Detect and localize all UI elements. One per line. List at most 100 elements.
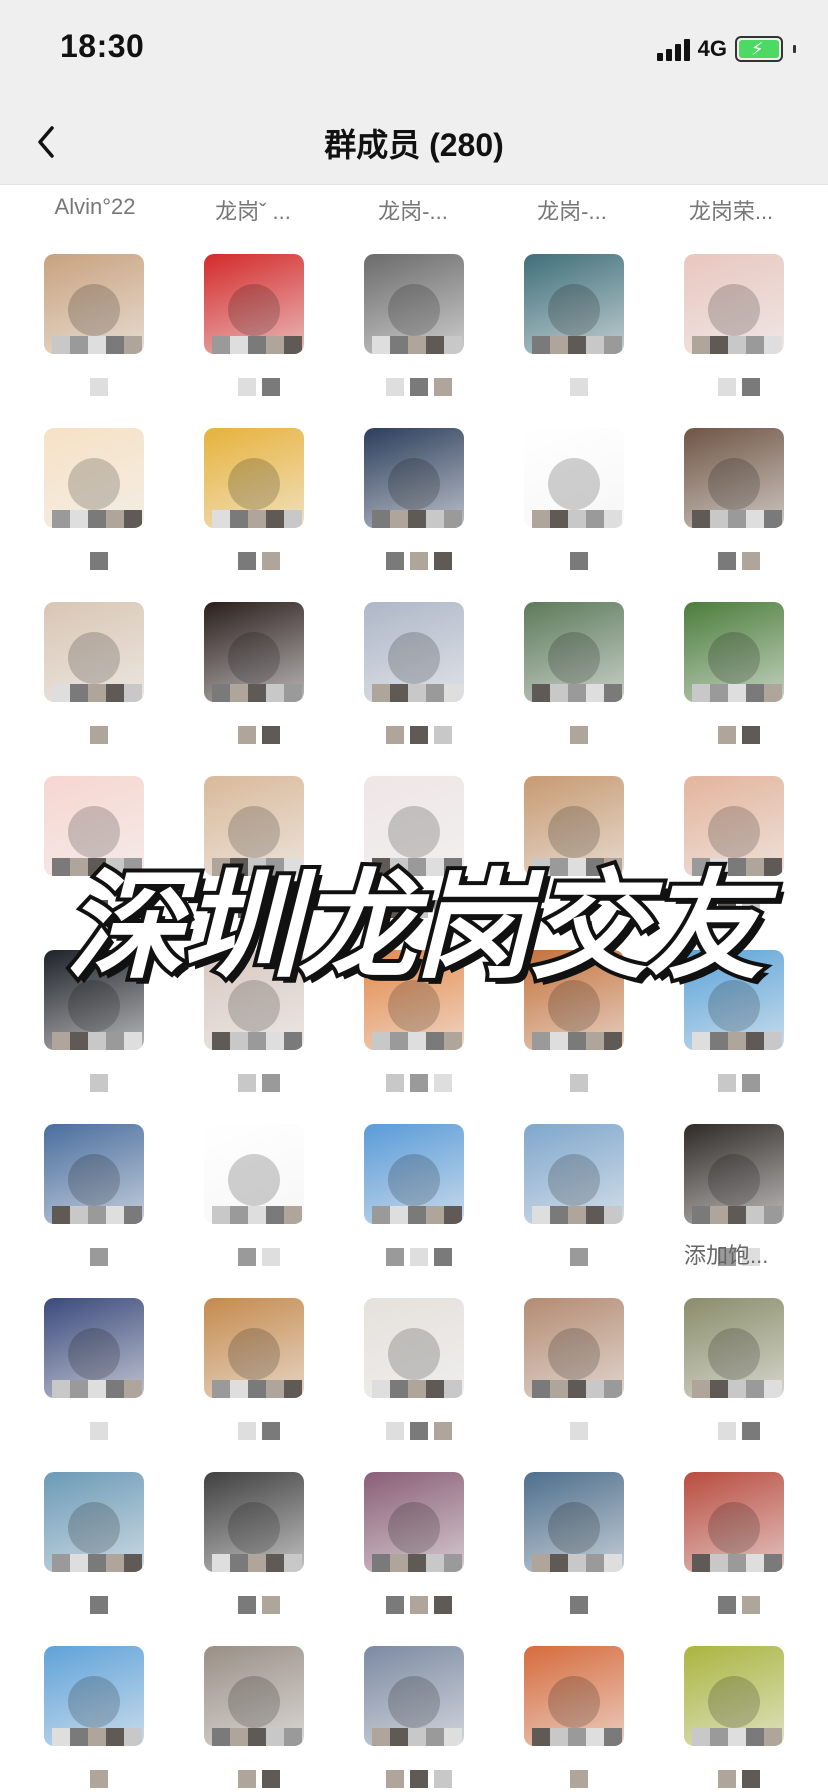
member-cell[interactable] bbox=[684, 602, 794, 744]
member-cell[interactable] bbox=[684, 1472, 794, 1614]
member-name[interactable]: 龙岗-... bbox=[338, 194, 488, 226]
member-cell[interactable] bbox=[364, 1646, 474, 1788]
member-cell[interactable] bbox=[524, 1124, 634, 1266]
avatar[interactable] bbox=[204, 602, 304, 702]
avatar[interactable] bbox=[44, 1298, 144, 1398]
avatar[interactable] bbox=[204, 254, 304, 354]
member-cell[interactable] bbox=[684, 254, 794, 396]
avatar[interactable] bbox=[684, 254, 784, 354]
blur-mosaic bbox=[52, 1206, 142, 1224]
avatar[interactable] bbox=[44, 602, 144, 702]
avatar[interactable] bbox=[684, 1124, 784, 1224]
blur-mosaic bbox=[52, 1032, 142, 1050]
blurred-nickname bbox=[44, 1596, 154, 1614]
avatar[interactable] bbox=[684, 1646, 784, 1746]
blur-mosaic bbox=[692, 1554, 782, 1572]
member-cell[interactable] bbox=[44, 1472, 154, 1614]
member-cell[interactable] bbox=[684, 1298, 794, 1440]
blur-mosaic bbox=[372, 1554, 462, 1572]
member-cell[interactable] bbox=[44, 602, 154, 744]
member-name[interactable]: 添加饱... bbox=[684, 1238, 768, 1270]
avatar[interactable] bbox=[364, 1472, 464, 1572]
member-name[interactable]: 龙岗荣... bbox=[656, 194, 806, 226]
avatar[interactable] bbox=[44, 1646, 144, 1746]
member-cell[interactable] bbox=[204, 1298, 314, 1440]
member-cell[interactable] bbox=[524, 428, 634, 570]
avatar[interactable] bbox=[364, 1298, 464, 1398]
member-cell[interactable] bbox=[44, 1646, 154, 1788]
member-cell[interactable] bbox=[204, 428, 314, 570]
blurred-nickname bbox=[364, 1074, 474, 1092]
member-cell[interactable] bbox=[524, 1646, 634, 1788]
blurred-nickname bbox=[524, 1074, 634, 1092]
avatar[interactable] bbox=[44, 1472, 144, 1572]
avatar[interactable] bbox=[684, 1298, 784, 1398]
avatar[interactable] bbox=[364, 1124, 464, 1224]
blur-mosaic bbox=[692, 1206, 782, 1224]
blur-mosaic bbox=[532, 684, 622, 702]
network-type: 4G bbox=[697, 36, 727, 61]
member-cell[interactable] bbox=[44, 1298, 154, 1440]
avatar[interactable] bbox=[684, 602, 784, 702]
member-cell[interactable] bbox=[524, 1472, 634, 1614]
avatar[interactable] bbox=[204, 428, 304, 528]
overlay-caption: 深圳龙岗交友 bbox=[62, 853, 768, 999]
avatar[interactable] bbox=[204, 1124, 304, 1224]
member-cell[interactable] bbox=[364, 254, 474, 396]
member-name[interactable]: Alvin°22 bbox=[20, 194, 170, 220]
avatar[interactable] bbox=[524, 254, 624, 354]
member-cell[interactable] bbox=[204, 1646, 314, 1788]
member-cell[interactable] bbox=[364, 1124, 474, 1266]
member-cell[interactable] bbox=[364, 428, 474, 570]
member-cell[interactable] bbox=[684, 1646, 794, 1788]
avatar[interactable] bbox=[364, 254, 464, 354]
member-cell[interactable] bbox=[684, 428, 794, 570]
blurred-nickname bbox=[44, 1770, 154, 1788]
avatar[interactable] bbox=[684, 428, 784, 528]
blurred-nickname bbox=[364, 1770, 474, 1788]
blur-mosaic bbox=[212, 336, 302, 354]
member-cell[interactable] bbox=[204, 602, 314, 744]
member-name[interactable]: 龙岗ˇ ... bbox=[178, 194, 328, 226]
avatar[interactable] bbox=[44, 254, 144, 354]
avatar[interactable] bbox=[524, 1298, 624, 1398]
member-cell[interactable] bbox=[44, 254, 154, 396]
member-cell[interactable] bbox=[44, 428, 154, 570]
avatar[interactable] bbox=[524, 602, 624, 702]
member-cell[interactable] bbox=[364, 1472, 474, 1614]
blur-mosaic bbox=[532, 1380, 622, 1398]
avatar[interactable] bbox=[524, 428, 624, 528]
member-cell[interactable] bbox=[204, 254, 314, 396]
avatar[interactable] bbox=[204, 1646, 304, 1746]
avatar[interactable] bbox=[204, 1298, 304, 1398]
avatar[interactable] bbox=[364, 602, 464, 702]
member-cell[interactable] bbox=[524, 254, 634, 396]
blurred-nickname bbox=[524, 1596, 634, 1614]
member-cell[interactable] bbox=[44, 1124, 154, 1266]
avatar[interactable] bbox=[204, 1472, 304, 1572]
blurred-nickname bbox=[44, 726, 154, 744]
blurred-nickname bbox=[524, 726, 634, 744]
avatar[interactable] bbox=[524, 1646, 624, 1746]
member-cell[interactable] bbox=[204, 1124, 314, 1266]
member-cell[interactable] bbox=[524, 602, 634, 744]
blurred-nickname bbox=[364, 378, 474, 396]
status-time: 18:30 bbox=[60, 28, 145, 64]
avatar[interactable] bbox=[44, 428, 144, 528]
blurred-nickname bbox=[364, 1248, 474, 1266]
member-name[interactable]: 龙岗-... bbox=[497, 194, 647, 226]
avatar[interactable] bbox=[44, 1124, 144, 1224]
blur-mosaic bbox=[52, 1554, 142, 1572]
member-cell[interactable] bbox=[204, 1472, 314, 1614]
member-cell[interactable] bbox=[524, 1298, 634, 1440]
avatar[interactable] bbox=[524, 1124, 624, 1224]
member-cell[interactable] bbox=[364, 1298, 474, 1440]
avatar[interactable] bbox=[364, 428, 464, 528]
avatar[interactable] bbox=[524, 1472, 624, 1572]
blurred-nickname bbox=[204, 1248, 314, 1266]
avatar[interactable] bbox=[684, 1472, 784, 1572]
member-cell[interactable] bbox=[364, 602, 474, 744]
avatar[interactable] bbox=[364, 1646, 464, 1746]
blurred-nickname bbox=[364, 552, 474, 570]
blur-mosaic bbox=[372, 1380, 462, 1398]
